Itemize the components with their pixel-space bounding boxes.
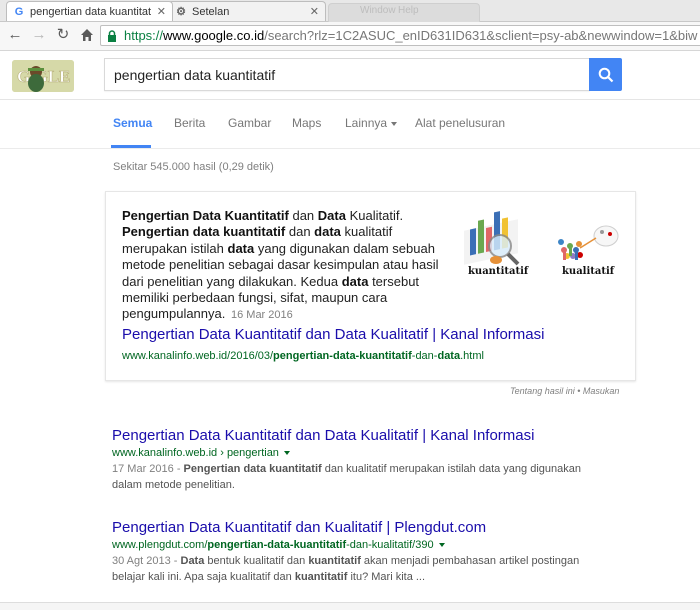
text-segment: .html: [460, 350, 484, 362]
address-bar[interactable]: https://www.google.co.id/search?rlz=1C2A…: [100, 25, 700, 46]
result-title-link[interactable]: Pengertian Data Kuantitatif dan Kualitat…: [112, 519, 632, 536]
snippet-date: 16 Mar 2016: [230, 309, 293, 322]
image-caption-kuantitatif: kuantitatif: [468, 266, 529, 277]
text-segment: dan: [288, 208, 318, 223]
highlighted-term: Pengertian Data Kuantitatif: [122, 208, 289, 223]
dropdown-arrow-icon[interactable]: [438, 543, 445, 548]
google-doodle-logo[interactable]: G GLE: [12, 60, 74, 92]
ghost-menu-text: Window: [360, 5, 396, 16]
search-result: Pengertian Data Kuantitatif dan Kualitat…: [112, 519, 632, 585]
highlighted-term: data: [227, 240, 255, 256]
active-tab-indicator: [111, 145, 151, 148]
google-header: G GLE pengertian data kuantitatif: [0, 51, 700, 100]
result-description: 30 Agt 2013 - Data bentuk kualitatif dan…: [112, 554, 612, 585]
tab-lainnya[interactable]: Lainnya: [345, 116, 398, 130]
highlighted-term: kuantitatif: [294, 570, 348, 583]
snippet-result-link[interactable]: Pengertian Data Kuantitatif dan Data Kua…: [122, 326, 544, 343]
close-tab-icon[interactable]: ✕: [310, 5, 319, 18]
reload-icon[interactable]: ↻: [54, 26, 72, 44]
url-host: www.google.co.id: [163, 28, 265, 43]
result-description: 17 Mar 2016 - Pengertian data kuantitati…: [112, 462, 612, 493]
home-icon[interactable]: [78, 26, 96, 44]
text-segment: www.kanalinfo.web.id/2016/03/: [122, 350, 274, 362]
tab-settings[interactable]: ⚙ Setelan ✕: [168, 1, 326, 21]
tab-active[interactable]: G pengertian data kuantitat ✕: [6, 1, 173, 21]
result-title-link[interactable]: Pengertian Data Kuantitatif dan Data Kua…: [112, 427, 632, 444]
featured-snippet: Pengertian Data Kuantitatif dan Data Kua…: [105, 191, 636, 381]
snippet-text: Pengertian Data Kuantitatif dan Data Kua…: [122, 208, 447, 324]
highlighted-term: pengertian-data-kuantitatif: [207, 539, 347, 551]
text-segment: 17 Mar 2016 -: [112, 463, 184, 475]
forward-arrow-icon[interactable]: →: [30, 26, 48, 44]
highlighted-term: kuantitatif: [308, 555, 361, 567]
search-nav: Semua Berita Gambar Maps Lainnya Alat pe…: [0, 100, 700, 149]
highlighted-term: Pengertian data kuantitatif: [122, 224, 286, 240]
url-path: /search?rlz=1C2ASUC_enID631ID631&sclient…: [264, 28, 698, 43]
tab-title: pengertian data kuantitat: [30, 5, 152, 18]
result-url-text: www.kanalinfo.web.id › pengertian: [112, 447, 279, 459]
text-segment: www.plengdut.com/: [112, 539, 208, 551]
snippet-body: Pengertian Data Kuantitatif dan Data Kua…: [122, 208, 439, 321]
image-caption-kualitatif: kualitatif: [562, 266, 615, 277]
tab-semua[interactable]: Semua: [113, 116, 152, 130]
search-tools[interactable]: Alat penelusuran: [415, 116, 505, 130]
search-input[interactable]: pengertian data kuantitatif: [104, 58, 590, 91]
text-segment: dan: [285, 224, 315, 240]
text-segment: bentuk kualitatif dan: [204, 555, 309, 567]
text-segment: -dan-kualitatif/390: [346, 539, 434, 551]
snippet-result-url: www.kanalinfo.web.id/2016/03/pengertian-…: [122, 350, 484, 362]
close-tab-icon[interactable]: ✕: [157, 5, 166, 18]
search-button[interactable]: [589, 58, 622, 91]
text-segment: itu? Mari kita ...: [347, 570, 426, 583]
highlighted-term: data: [314, 224, 341, 240]
url-scheme: https://: [124, 28, 164, 43]
tab-maps[interactable]: Maps: [292, 116, 321, 130]
search-query: pengertian data kuantitatif: [114, 66, 276, 83]
text-segment: 30 Agt 2013 -: [112, 555, 181, 567]
ghost-menu-text: Help: [398, 5, 419, 16]
tab-gambar[interactable]: Gambar: [228, 116, 271, 130]
highlighted-term: Pengertian data kuantitatif: [183, 463, 322, 475]
lock-icon: [108, 29, 116, 42]
text-segment: www.kanalinfo.web.id › pengertian: [112, 447, 279, 459]
browser-toolbar: ← → ↻ https://www.google.co.id/search?rl…: [0, 22, 700, 51]
tab-berita[interactable]: Berita: [174, 116, 205, 130]
result-url: www.kanalinfo.web.id › pengertian: [112, 447, 632, 459]
result-url-text: www.plengdut.com/pengertian-data-kuantit…: [112, 539, 434, 551]
tab-lainnya-label: Lainnya: [345, 116, 388, 130]
text-segment: -dan-: [411, 350, 438, 362]
about-result-feedback[interactable]: Tentang hasil ini • Masukan: [510, 386, 619, 396]
result-url: www.plengdut.com/pengertian-data-kuantit…: [112, 539, 632, 551]
highlighted-term: data: [341, 273, 369, 289]
tab-title: Setelan: [192, 5, 230, 18]
browser-tab-strip: G pengertian data kuantitat ✕ ⚙ Setelan …: [0, 0, 700, 22]
search-icon: [598, 67, 613, 82]
dropdown-arrow-icon[interactable]: [283, 451, 290, 456]
google-favicon-icon: G: [14, 5, 24, 18]
highlighted-term: Data: [317, 208, 346, 223]
text-segment: Kualitatif.: [345, 208, 404, 223]
chevron-down-icon: [391, 121, 398, 126]
highlighted-term: Data: [180, 555, 205, 567]
highlighted-term: data: [437, 350, 461, 362]
highlighted-term: pengertian-data-kuantitatif: [273, 350, 412, 362]
search-result: Pengertian Data Kuantitatif dan Data Kua…: [112, 427, 632, 493]
gear-icon: ⚙: [176, 6, 186, 18]
result-stats: Sekitar 545.000 hasil (0,29 detik): [113, 161, 274, 173]
back-arrow-icon[interactable]: ←: [6, 26, 24, 44]
